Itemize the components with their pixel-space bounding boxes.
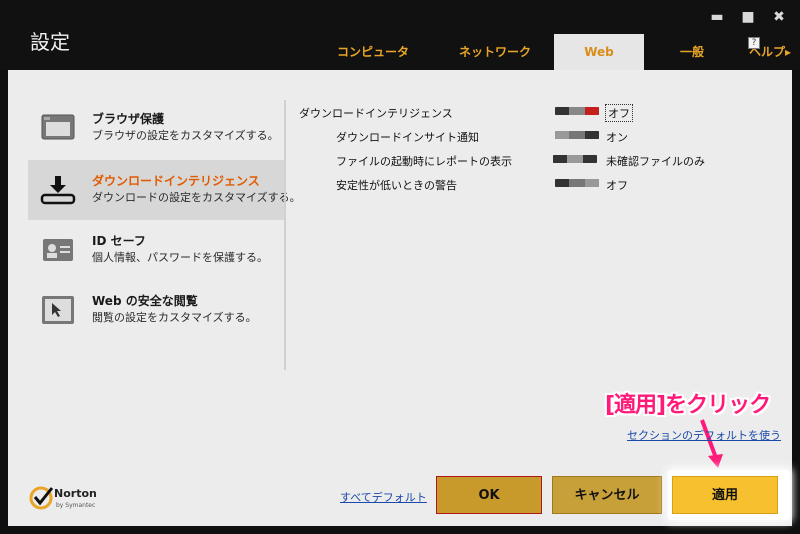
browser-window-icon	[40, 112, 76, 144]
norton-brand-sub: by Symantec	[56, 502, 96, 509]
title-bar: 設定 ▬ ■ ✖ コンピュータ ネットワーク Web 一般 ヘルプ▸	[0, 0, 800, 70]
cursor-window-icon	[40, 294, 76, 326]
sidebar-item-desc: 個人情報、パスワードを保護する。	[92, 251, 268, 264]
use-section-default-link[interactable]: セクションのデフォルトを使う	[627, 427, 781, 443]
norton-check-icon	[29, 486, 54, 510]
setting-label: ダウンロードインサイト通知	[336, 131, 479, 144]
content-panel: ブラウザ保護 ブラウザの設定をカスタマイズする。 ダウンロードインテリジェンス …	[8, 70, 792, 526]
sidebar-item-title: ブラウザ保護	[92, 112, 165, 126]
cancel-button[interactable]: キャンセル	[552, 476, 662, 514]
id-card-icon	[40, 234, 76, 266]
setting-report-on-launch: ファイルの起動時にレポートの表示 未確認ファイルのみ	[336, 150, 736, 170]
close-button[interactable]: ✖	[768, 8, 790, 26]
help-icon[interactable]: ?	[748, 37, 760, 49]
sidebar-item-browser-protection[interactable]: ブラウザ保護 ブラウザの設定をカスタマイズする。	[28, 98, 284, 158]
setting-value: オン	[606, 131, 628, 144]
setting-download-intelligence: ダウンロードインテリジェンス オフ	[299, 102, 679, 122]
sidebar-item-safe-web[interactable]: Web の安全な閲覧 閲覧の設定をカスタマイズする。	[28, 280, 284, 340]
minimize-button[interactable]: ▬	[706, 8, 728, 26]
sidebar-item-title: ID セーフ	[92, 234, 146, 248]
apply-button[interactable]: 適用	[672, 476, 778, 514]
tab-network[interactable]: ネットワーク	[436, 34, 554, 70]
toggle-switch[interactable]	[553, 155, 597, 163]
norton-brand-name: Norton	[54, 487, 97, 500]
tab-computer[interactable]: コンピュータ	[310, 34, 436, 70]
setting-download-insight-notify: ダウンロードインサイト通知 オン	[336, 126, 696, 146]
settings-window: 設定 ▬ ■ ✖ コンピュータ ネットワーク Web 一般 ヘルプ▸ ブラウザ保…	[0, 0, 800, 534]
sidebar-item-desc: ダウンロードの設定をカスタマイズする。	[92, 191, 301, 204]
sidebar-item-title: Web の安全な閲覧	[92, 294, 198, 308]
sidebar-item-title: ダウンロードインテリジェンス	[92, 174, 260, 188]
toggle-switch[interactable]	[555, 179, 599, 187]
download-tray-icon	[40, 174, 76, 206]
sidebar-item-desc: ブラウザの設定をカスタマイズする。	[92, 129, 279, 142]
tab-web[interactable]: Web	[554, 34, 644, 70]
sidebar-item-download-intelligence[interactable]: ダウンロードインテリジェンス ダウンロードの設定をカスタマイズする。	[28, 160, 301, 220]
setting-value: オフ	[605, 104, 633, 122]
all-default-link[interactable]: すべてデフォルト	[340, 489, 427, 505]
maximize-button[interactable]: ■	[737, 8, 759, 26]
apply-button-highlight: 適用	[668, 470, 790, 520]
setting-label: 安定性が低いときの警告	[336, 179, 457, 192]
setting-label: ダウンロードインテリジェンス	[299, 107, 453, 120]
setting-low-stability-warning: 安定性が低いときの警告 オフ	[336, 174, 696, 194]
sidebar-item-id-safe[interactable]: ID セーフ 個人情報、パスワードを保護する。	[28, 220, 284, 280]
annotation-callout: [適用]をクリック	[605, 393, 771, 418]
window-title: 設定	[30, 30, 70, 54]
sidebar: ブラウザ保護 ブラウザの設定をカスタマイズする。 ダウンロードインテリジェンス …	[8, 70, 301, 370]
ok-button[interactable]: OK	[436, 476, 542, 514]
toggle-switch[interactable]	[555, 131, 599, 139]
setting-value: オフ	[606, 179, 628, 192]
tab-general[interactable]: 一般	[644, 34, 740, 70]
toggle-switch[interactable]	[555, 107, 599, 115]
setting-label: ファイルの起動時にレポートの表示	[336, 155, 512, 168]
tab-bar: コンピュータ ネットワーク Web 一般 ヘルプ▸	[310, 34, 800, 70]
chevron-right-icon: ▸	[784, 45, 792, 59]
sidebar-item-desc: 閲覧の設定をカスタマイズする。	[92, 311, 257, 324]
setting-value: 未確認ファイルのみ	[606, 155, 705, 168]
sidebar-divider	[284, 100, 286, 370]
